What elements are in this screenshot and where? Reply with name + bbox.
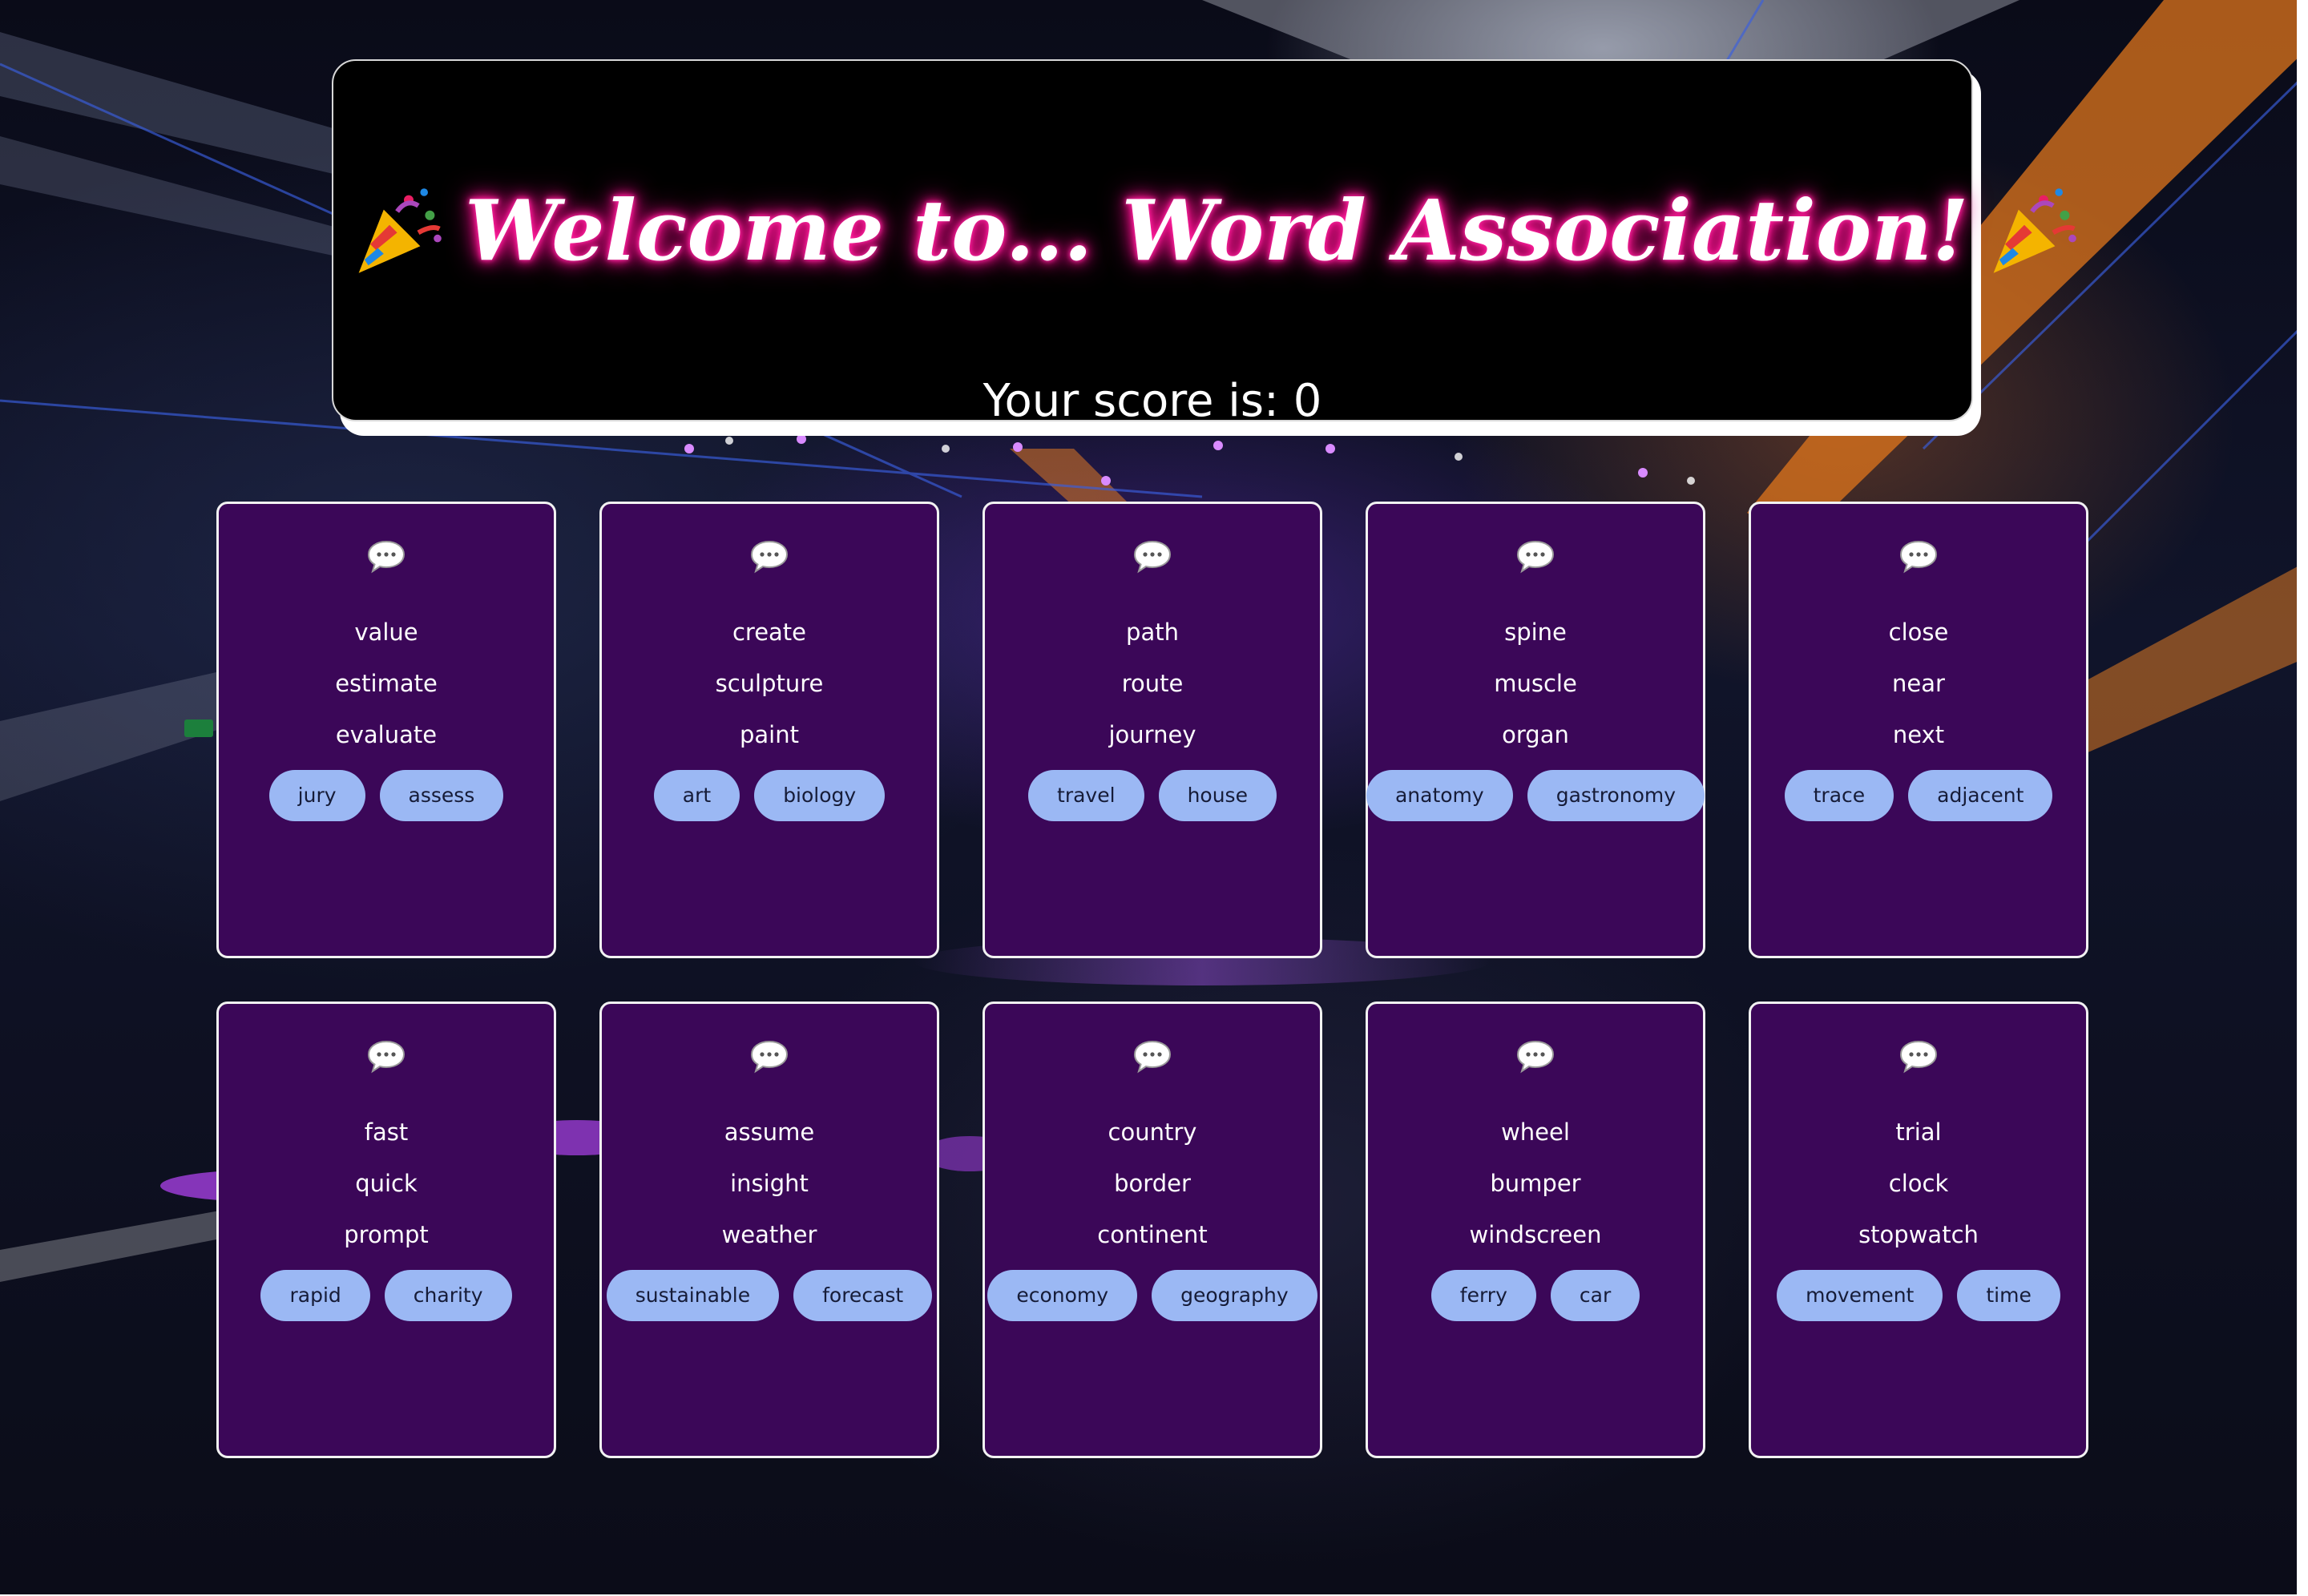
answer-option-button[interactable]: jury <box>268 770 365 821</box>
clue-word: evaluate <box>335 721 438 748</box>
answer-options: trace adjacent <box>1751 770 2086 821</box>
clue-words: assume insight weather <box>602 1106 937 1260</box>
clue-words: fast quick prompt <box>219 1106 554 1260</box>
clue-word: clock <box>1888 1170 1949 1197</box>
party-popper-icon <box>358 187 442 273</box>
answer-option-button[interactable]: time <box>1957 1270 2060 1321</box>
clue-word: trial <box>1895 1118 1942 1146</box>
answer-options: anatomy gastronomy <box>1366 770 1705 821</box>
clue-word: continent <box>1097 1221 1208 1248</box>
speech-bubble-icon <box>1133 1040 1172 1074</box>
clue-word: value <box>354 619 418 646</box>
answer-options: rapid charity <box>219 1270 554 1321</box>
clue-word: fast <box>364 1118 409 1146</box>
clue-word: spine <box>1504 619 1567 646</box>
answer-option-button[interactable]: forecast <box>793 1270 933 1321</box>
answer-option-button[interactable]: car <box>1550 1270 1640 1321</box>
answer-option-button[interactable]: geography <box>1152 1270 1317 1321</box>
clue-word: journey <box>1108 721 1196 748</box>
title-row: Welcome to... Word Association! <box>333 181 2077 280</box>
party-popper-icon <box>1994 187 2077 273</box>
clue-word: path <box>1126 619 1179 646</box>
clue-word: sculpture <box>715 670 824 697</box>
answer-option-button[interactable]: anatomy <box>1366 770 1513 821</box>
word-card: create sculpture paint art biology <box>599 502 939 958</box>
answer-options: economy geography <box>985 1270 1320 1321</box>
answer-option-button[interactable]: economy <box>987 1270 1138 1321</box>
speech-bubble-icon <box>750 540 789 574</box>
clue-word: muscle <box>1494 670 1577 697</box>
clue-words: wheel bumper windscreen <box>1368 1106 1703 1260</box>
answer-option-button[interactable]: sustainable <box>606 1270 780 1321</box>
clue-word: wheel <box>1501 1118 1570 1146</box>
clue-words: trial clock stopwatch <box>1751 1106 2086 1260</box>
answer-options: travel house <box>985 770 1320 821</box>
word-card: fast quick prompt rapid charity <box>216 1002 556 1458</box>
word-card: trial clock stopwatch movement time <box>1749 1002 2088 1458</box>
speech-bubble-icon <box>1899 1040 1938 1074</box>
answer-option-button[interactable]: rapid <box>260 1270 370 1321</box>
clue-word: stopwatch <box>1858 1221 1979 1248</box>
page-title: Welcome to... Word Association! <box>465 181 1969 280</box>
clue-word: insight <box>730 1170 809 1197</box>
clue-word: close <box>1888 619 1949 646</box>
speech-bubble-icon <box>750 1040 789 1074</box>
word-card: value estimate evaluate jury assess <box>216 502 556 958</box>
card-grid: value estimate evaluate jury assess crea… <box>216 502 2092 1458</box>
header-panel: Welcome to... Word Association! Your sco… <box>332 59 2077 427</box>
clue-word: prompt <box>344 1221 429 1248</box>
clue-words: country border continent <box>985 1106 1320 1260</box>
answer-option-button[interactable]: gastronomy <box>1527 770 1705 821</box>
answer-option-button[interactable]: trace <box>1784 770 1894 821</box>
speech-bubble-icon <box>367 540 406 574</box>
exit-sign <box>184 719 213 737</box>
clue-word: quick <box>355 1170 418 1197</box>
answer-options: jury assess <box>219 770 554 821</box>
clue-word: route <box>1121 670 1184 697</box>
clue-words: create sculpture paint <box>602 607 937 760</box>
answer-option-button[interactable]: movement <box>1777 1270 1943 1321</box>
clue-word: next <box>1892 721 1945 748</box>
word-card: wheel bumper windscreen ferry car <box>1366 1002 1705 1458</box>
answer-option-button[interactable]: adjacent <box>1908 770 2053 821</box>
clue-word: bumper <box>1490 1170 1581 1197</box>
clue-word: paint <box>740 721 799 748</box>
clue-words: spine muscle organ <box>1368 607 1703 760</box>
answer-options: sustainable forecast <box>602 1270 937 1321</box>
clue-word: windscreen <box>1469 1221 1602 1248</box>
answer-option-button[interactable]: house <box>1158 770 1277 821</box>
clue-word: weather <box>721 1221 817 1248</box>
clue-word: country <box>1108 1118 1197 1146</box>
answer-option-button[interactable]: biology <box>754 770 886 821</box>
answer-options: movement time <box>1751 1270 2086 1321</box>
answer-option-button[interactable]: art <box>653 770 740 821</box>
clue-word: organ <box>1502 721 1569 748</box>
clue-word: create <box>732 619 807 646</box>
speech-bubble-icon <box>1899 540 1938 574</box>
clue-word: near <box>1892 670 1945 697</box>
answer-options: art biology <box>602 770 937 821</box>
speech-bubble-icon <box>367 1040 406 1074</box>
clue-word: assume <box>724 1118 815 1146</box>
answer-option-button[interactable]: ferry <box>1430 1270 1536 1321</box>
clue-words: close near next <box>1751 607 2086 760</box>
word-card: country border continent economy geograp… <box>983 1002 1322 1458</box>
score-display: Your score is: 0 <box>983 375 1322 427</box>
answer-option-button[interactable]: assess <box>379 770 504 821</box>
page-edge <box>2297 0 2308 1596</box>
word-card: assume insight weather sustainable forec… <box>599 1002 939 1458</box>
speech-bubble-icon <box>1133 540 1172 574</box>
word-card: path route journey travel house <box>983 502 1322 958</box>
clue-words: path route journey <box>985 607 1320 760</box>
answer-option-button[interactable]: travel <box>1028 770 1144 821</box>
word-card: close near next trace adjacent <box>1749 502 2088 958</box>
clue-word: estimate <box>335 670 438 697</box>
answer-option-button[interactable]: charity <box>384 1270 512 1321</box>
answer-options: ferry car <box>1368 1270 1703 1321</box>
speech-bubble-icon <box>1516 540 1555 574</box>
clue-words: value estimate evaluate <box>219 607 554 760</box>
word-card: spine muscle organ anatomy gastronomy <box>1366 502 1705 958</box>
clue-word: border <box>1114 1170 1191 1197</box>
speech-bubble-icon <box>1516 1040 1555 1074</box>
